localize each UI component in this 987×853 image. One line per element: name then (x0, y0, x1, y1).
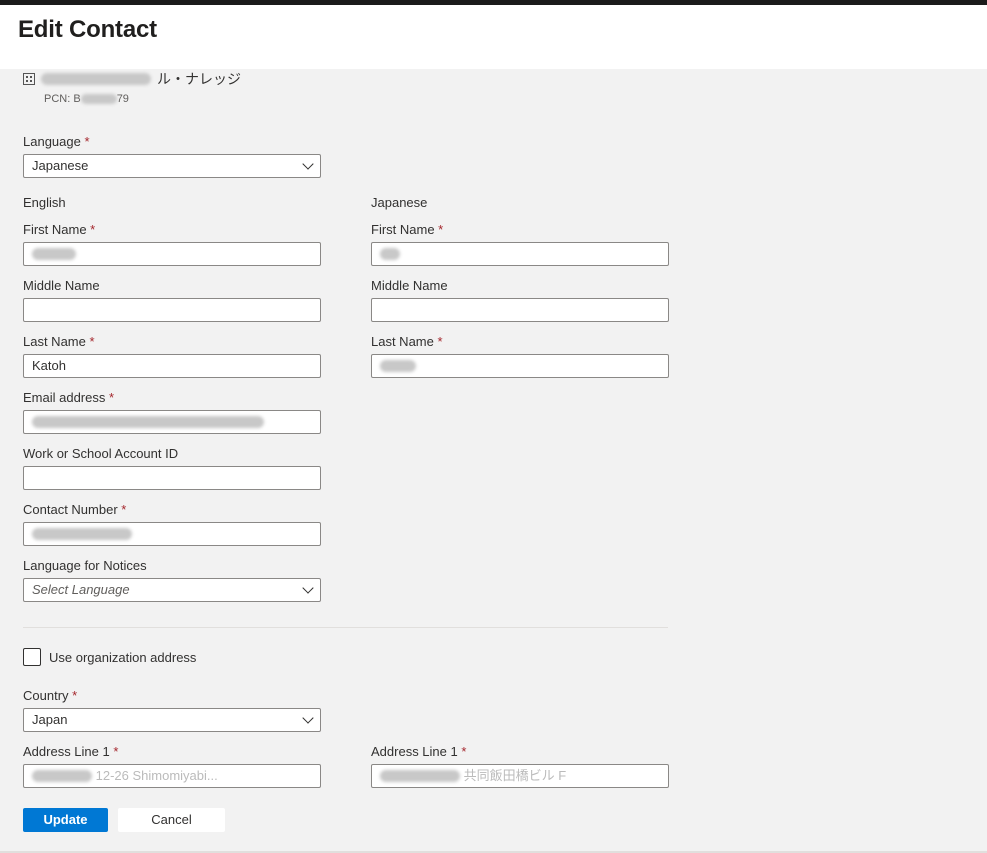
last-name-en-label: Last Name (23, 334, 95, 349)
contact-number-label: Contact Number (23, 502, 126, 517)
update-button[interactable]: Update (23, 808, 108, 832)
country-label: Country (23, 688, 77, 703)
japanese-heading: Japanese (371, 195, 428, 210)
middle-name-en-input[interactable] (23, 298, 321, 322)
middle-name-ja-label: Middle Name (371, 278, 448, 293)
english-heading: English (23, 195, 66, 210)
contact-number-input[interactable] (23, 522, 321, 546)
work-account-label: Work or School Account ID (23, 446, 179, 461)
pcn-label: PCN: B 79 (44, 93, 129, 105)
middle-name-ja-input[interactable] (371, 298, 669, 322)
page-title: Edit Contact (18, 16, 157, 43)
first-name-en-label: First Name (23, 222, 95, 237)
last-name-ja-label: Last Name (371, 334, 443, 349)
first-name-ja-label: First Name (371, 222, 443, 237)
redacted-value (32, 527, 132, 540)
last-name-ja-input[interactable] (371, 354, 669, 378)
first-name-en-input[interactable] (23, 242, 321, 266)
building-icon (23, 73, 35, 85)
first-name-ja-input[interactable] (371, 242, 669, 266)
address-line1-ja-label: Address Line 1 (371, 744, 466, 759)
last-name-en-input[interactable]: Katoh (23, 354, 321, 378)
redacted-value (380, 247, 400, 260)
chevron-down-icon (302, 158, 314, 170)
redacted-value (32, 247, 76, 260)
address-line1-en-label: Address Line 1 (23, 744, 118, 759)
section-divider (23, 627, 668, 628)
language-dropdown[interactable]: Japanese (23, 154, 321, 178)
notice-language-label: Language for Notices (23, 558, 147, 573)
address-line1-en-input[interactable]: 12-26 Shimomiyabi... (23, 764, 321, 788)
notice-language-dropdown[interactable]: Select Language (23, 578, 321, 602)
use-org-address-checkbox[interactable] (23, 648, 41, 666)
form-panel[interactable]: ル・ナレッジ PCN: B79 Language Japanese Englis… (0, 69, 987, 805)
email-input[interactable] (23, 410, 321, 434)
chevron-down-icon (302, 582, 314, 594)
chevron-down-icon (302, 712, 314, 724)
language-label: Language (23, 134, 90, 149)
country-dropdown[interactable]: Japan (23, 708, 321, 732)
redacted-value (380, 359, 416, 372)
org-name-suffix: ル・ナレッジ (157, 71, 241, 87)
address-line1-ja-input[interactable]: 共同飯田橋ビル F (371, 764, 669, 788)
organization-info: ル・ナレッジ PCN: B 79 (23, 69, 241, 105)
middle-name-en-label: Middle Name (23, 278, 100, 293)
email-label: Email address (23, 390, 114, 405)
redacted-org-name (41, 73, 151, 85)
redacted-value (32, 415, 264, 428)
cancel-button[interactable]: Cancel (118, 808, 225, 832)
panel-header: Edit Contact (0, 5, 987, 69)
use-org-address-label[interactable]: Use organization address (49, 650, 196, 665)
work-account-input[interactable] (23, 466, 321, 490)
action-footer: Update Cancel (0, 805, 987, 853)
